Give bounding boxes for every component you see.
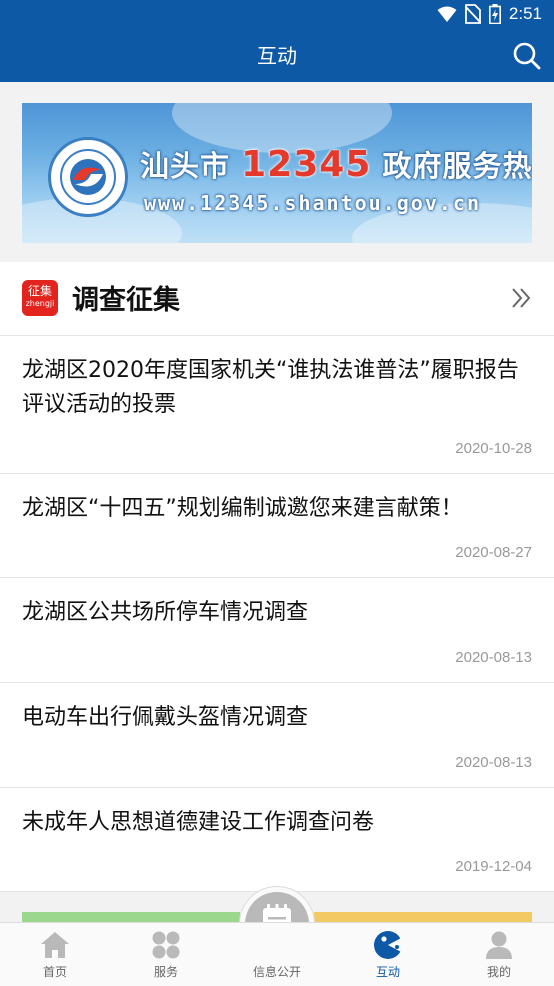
wifi-icon <box>437 6 457 22</box>
services-icon <box>152 931 180 959</box>
tab-info-public[interactable]: 信息公开 <box>222 923 332 986</box>
item-date: 2020-08-13 <box>455 649 532 666</box>
section-icon-text: 征集 <box>27 284 52 298</box>
item-date: 2020-08-13 <box>455 754 532 771</box>
home-icon <box>41 932 69 958</box>
banner-title: 汕头市 12345 政府服务热线 <box>140 143 532 185</box>
page-title: 互动 <box>257 44 297 68</box>
item-title: 龙湖区公共场所停车情况调查 <box>22 600 309 625</box>
list-item[interactable]: 电动车出行佩戴头盔情况调查 2020-08-13 <box>0 683 554 788</box>
banner-hotline-number: 12345 <box>241 144 372 185</box>
tab-label: 我的 <box>486 965 511 979</box>
status-time: 2:51 <box>508 4 542 23</box>
tab-profile[interactable]: 我的 <box>444 923 554 986</box>
survey-list: 龙湖区2020年度国家机关“谁执法谁普法”履职报告评议活动的投票 2020-10… <box>0 336 554 892</box>
battery-charging-icon <box>488 4 501 24</box>
profile-icon <box>486 931 512 959</box>
banner-url: www.12345.shantou.gov.cn <box>144 191 481 215</box>
status-icons: 2:51 <box>437 4 542 24</box>
item-date: 2019-12-04 <box>455 858 532 875</box>
tab-label: 信息公开 <box>252 965 301 979</box>
item-title: 龙湖区2020年度国家机关“谁执法谁普法”履职报告评议活动的投票 <box>22 358 519 417</box>
tab-services[interactable]: 服务 <box>111 923 221 986</box>
item-date: 2020-08-27 <box>455 544 532 561</box>
bottom-tab-bar: 首页 服务 信息公开 互动 我的 <box>0 922 554 986</box>
hotline-banner[interactable]: 汕头市 12345 政府服务热线 www.12345.shantou.gov.c… <box>22 103 532 243</box>
list-item[interactable]: 龙湖区“十四五”规划编制诚邀您来建言献策！ 2020-08-27 <box>0 474 554 578</box>
nav-bar: 互动 <box>0 30 554 82</box>
tab-label: 互动 <box>375 965 400 979</box>
hotline-emblem-icon <box>48 137 128 217</box>
status-bar: 2:51 <box>0 0 554 30</box>
section-header: 征集 zhengji 调查征集 <box>0 262 554 336</box>
item-title: 未成年人思想道德建设工作调查问卷 <box>22 810 375 835</box>
section-title: 调查征集 <box>72 285 180 316</box>
banner-city: 汕头市 <box>140 149 231 183</box>
list-item[interactable]: 未成年人思想道德建设工作调查问卷 2019-12-04 <box>0 788 554 892</box>
tab-label: 服务 <box>153 965 178 979</box>
search-icon[interactable] <box>512 41 542 71</box>
survey-collection-icon: 征集 zhengji <box>22 280 58 316</box>
tab-home[interactable]: 首页 <box>0 923 110 986</box>
section-icon-subtext: zhengji <box>25 299 55 308</box>
no-sim-icon <box>464 4 481 24</box>
item-date: 2020-10-28 <box>455 440 532 457</box>
list-item[interactable]: 龙湖区公共场所停车情况调查 2020-08-13 <box>0 578 554 683</box>
list-item[interactable]: 龙湖区2020年度国家机关“谁执法谁普法”履职报告评议活动的投票 2020-10… <box>0 336 554 474</box>
double-chevron-right-icon[interactable] <box>510 287 532 309</box>
item-title: 龙湖区“十四五”规划编制诚邀您来建言献策！ <box>22 496 463 521</box>
item-title: 电动车出行佩戴头盔情况调查 <box>22 705 309 730</box>
tab-interaction[interactable]: 互动 <box>333 923 443 986</box>
tab-label: 首页 <box>42 965 67 979</box>
interaction-icon <box>374 931 403 959</box>
banner-service-name: 政府服务热线 <box>382 149 532 183</box>
